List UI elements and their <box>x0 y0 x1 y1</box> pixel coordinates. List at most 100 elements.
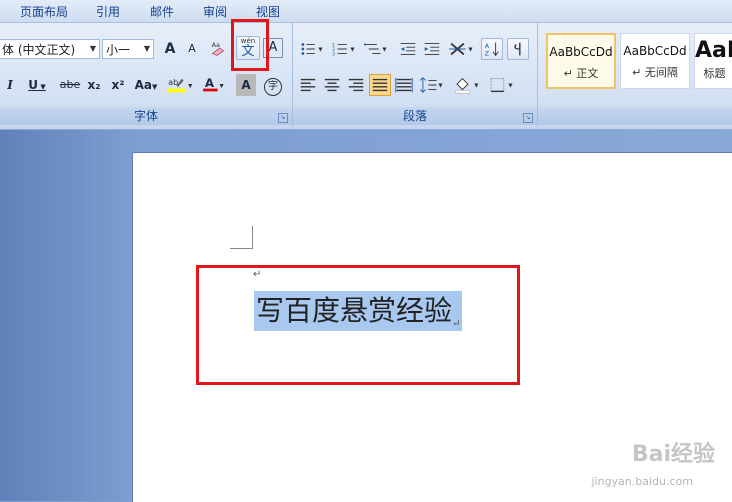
decrease-indent-button[interactable] <box>397 38 419 60</box>
tab-references[interactable]: 引用 <box>96 3 120 20</box>
font-size-combobox[interactable]: 小一 ▼ <box>102 39 154 59</box>
styles-group-label <box>538 107 732 125</box>
numbered-list-icon: 123▼ <box>332 42 355 57</box>
align-right-button[interactable] <box>345 74 367 96</box>
tab-view[interactable]: 视图 <box>256 3 280 20</box>
tab-mailings[interactable]: 邮件 <box>150 3 174 20</box>
tab-review[interactable]: 审阅 <box>203 3 227 20</box>
font-name-combobox[interactable]: 体 (中文正文) ▼ <box>0 39 100 59</box>
subscript-label: x₂ <box>87 78 101 92</box>
align-left-button[interactable] <box>297 74 319 96</box>
italic-button[interactable]: I <box>2 74 18 96</box>
dialog-launcher-icon[interactable]: ↘ <box>523 113 533 123</box>
ribbon: 体 (中文正文) ▼ 小一 ▼ A A Aa wén 文 A I U ▼ abe… <box>0 19 732 130</box>
style-heading[interactable]: AaI 标题 <box>694 33 732 89</box>
paint-bucket-icon: ▼ <box>454 77 479 94</box>
text-highlight-button[interactable]: ab ▼ <box>164 74 196 96</box>
multilevel-list-button[interactable]: ▼ <box>361 38 391 60</box>
align-center-button[interactable] <box>321 74 343 96</box>
font-name-value: (中文正文) <box>17 43 76 57</box>
svg-text:▼: ▼ <box>382 47 387 53</box>
margin-corner-mark <box>230 226 253 249</box>
paragraph-group: ▼ 1 2 3 ▼ ▼ ▼ AZ ▼ ▼ ▼ 段落 ↘ <box>293 23 538 127</box>
bullets-button[interactable]: ▼ <box>297 38 327 60</box>
clear-format-button[interactable]: Aa <box>206 38 230 60</box>
document-page[interactable]: ↵ 写百度悬赏经验↵ Bai经验 jingyan.baidu.com <box>132 152 732 502</box>
decrease-indent-icon <box>400 43 416 55</box>
distributed-button[interactable] <box>393 74 415 96</box>
justify-icon <box>372 78 388 92</box>
tab-page-layout[interactable]: 页面布局 <box>20 3 68 20</box>
svg-text:A: A <box>485 43 490 50</box>
paragraph-group-label: 段落 <box>293 107 537 125</box>
justify-button[interactable] <box>369 74 391 96</box>
borders-button[interactable]: ▼ <box>487 74 517 96</box>
increase-indent-button[interactable] <box>421 38 443 60</box>
increase-indent-icon <box>424 43 440 55</box>
svg-text:Z: Z <box>485 50 490 57</box>
font-name-prefix: 体 <box>2 43 15 57</box>
svg-text:Aa: Aa <box>212 42 220 49</box>
chevron-down-icon[interactable]: ▼ <box>87 40 99 58</box>
style-normal[interactable]: AaBbCcDd ↵ 正文 <box>546 33 616 89</box>
style-sample: AaBbCcDd <box>623 44 687 58</box>
svg-text:▼: ▼ <box>474 83 479 89</box>
align-left-icon <box>300 78 316 92</box>
underline-button[interactable]: U ▼ <box>24 74 50 96</box>
font-group-label: 字体 <box>0 107 292 125</box>
svg-text:▼: ▼ <box>508 83 513 89</box>
svg-text:▼: ▼ <box>350 47 355 53</box>
highlight-box-selected-text <box>196 265 520 385</box>
multilevel-list-icon: ▼ <box>364 43 387 54</box>
line-spacing-button[interactable]: ▼ <box>417 74 447 96</box>
distribute-icon <box>395 77 413 93</box>
chevron-down-icon: ▼ <box>37 83 46 91</box>
svg-text:▼: ▼ <box>438 83 443 89</box>
svg-text:▼: ▼ <box>318 47 323 53</box>
styles-group: AaBbCcDd ↵ 正文 AaBbCcDd ↵ 无间隔 AaI 标题 <box>538 23 732 127</box>
change-case-label: Aa <box>134 78 152 92</box>
font-size-value: 小一 <box>106 43 131 57</box>
superscript-label: x² <box>111 78 125 92</box>
borders-icon: ▼ <box>490 78 513 93</box>
superscript-button[interactable]: x² <box>108 74 128 96</box>
watermark-url: jingyan.baidu.com <box>591 475 693 488</box>
chevron-down-icon[interactable]: ▼ <box>141 40 153 58</box>
strikethrough-label: abe <box>59 78 81 91</box>
grow-font-label: A <box>164 41 176 57</box>
enclose-characters-button[interactable]: 字 <box>262 74 284 96</box>
ribbon-tab-strip: 页面布局 引用 邮件 审阅 视图 <box>0 0 732 22</box>
svg-text:▼: ▼ <box>468 47 473 53</box>
style-name: ↵ 正文 <box>563 67 599 80</box>
highlighter-icon: ab ▼ <box>167 77 193 93</box>
font-color-button[interactable]: A ▼ <box>200 74 228 96</box>
character-shading-label: A <box>241 78 251 92</box>
font-color-icon: A ▼ <box>203 76 224 92</box>
style-sample: AaBbCcDd <box>549 45 613 59</box>
italic-label: I <box>7 78 13 92</box>
svg-text:▼: ▼ <box>219 84 224 90</box>
align-right-icon <box>348 78 364 92</box>
bullet-list-icon: ▼ <box>301 43 323 55</box>
show-marks-button[interactable] <box>507 38 529 60</box>
watermark-brand: Bai经验 <box>631 442 715 467</box>
numbering-button[interactable]: 1 2 3 ▼ <box>329 38 359 60</box>
character-shading-button[interactable]: A <box>236 74 256 96</box>
dialog-launcher-icon[interactable]: ↘ <box>278 113 288 123</box>
paragraph-mark-icon <box>514 42 521 56</box>
chinese-layout-button[interactable]: ▼ <box>447 38 477 60</box>
style-sample: AaI <box>695 38 732 63</box>
strikethrough-button[interactable]: abe <box>58 74 82 96</box>
sort-button[interactable]: AZ <box>481 38 503 60</box>
subscript-button[interactable]: x₂ <box>84 74 104 96</box>
sort-icon: AZ <box>485 42 499 57</box>
shading-button[interactable]: ▼ <box>451 74 483 96</box>
underline-label: U <box>28 78 38 92</box>
style-no-spacing[interactable]: AaBbCcDd ↵ 无间隔 <box>620 33 690 89</box>
style-name: 标题 <box>703 67 726 80</box>
change-case-button[interactable]: Aa▼ <box>132 74 160 96</box>
grow-font-button[interactable]: A <box>160 38 180 60</box>
shrink-font-button[interactable]: A <box>182 38 202 60</box>
style-name: ↵ 无间隔 <box>632 66 678 79</box>
align-center-icon <box>324 78 340 92</box>
